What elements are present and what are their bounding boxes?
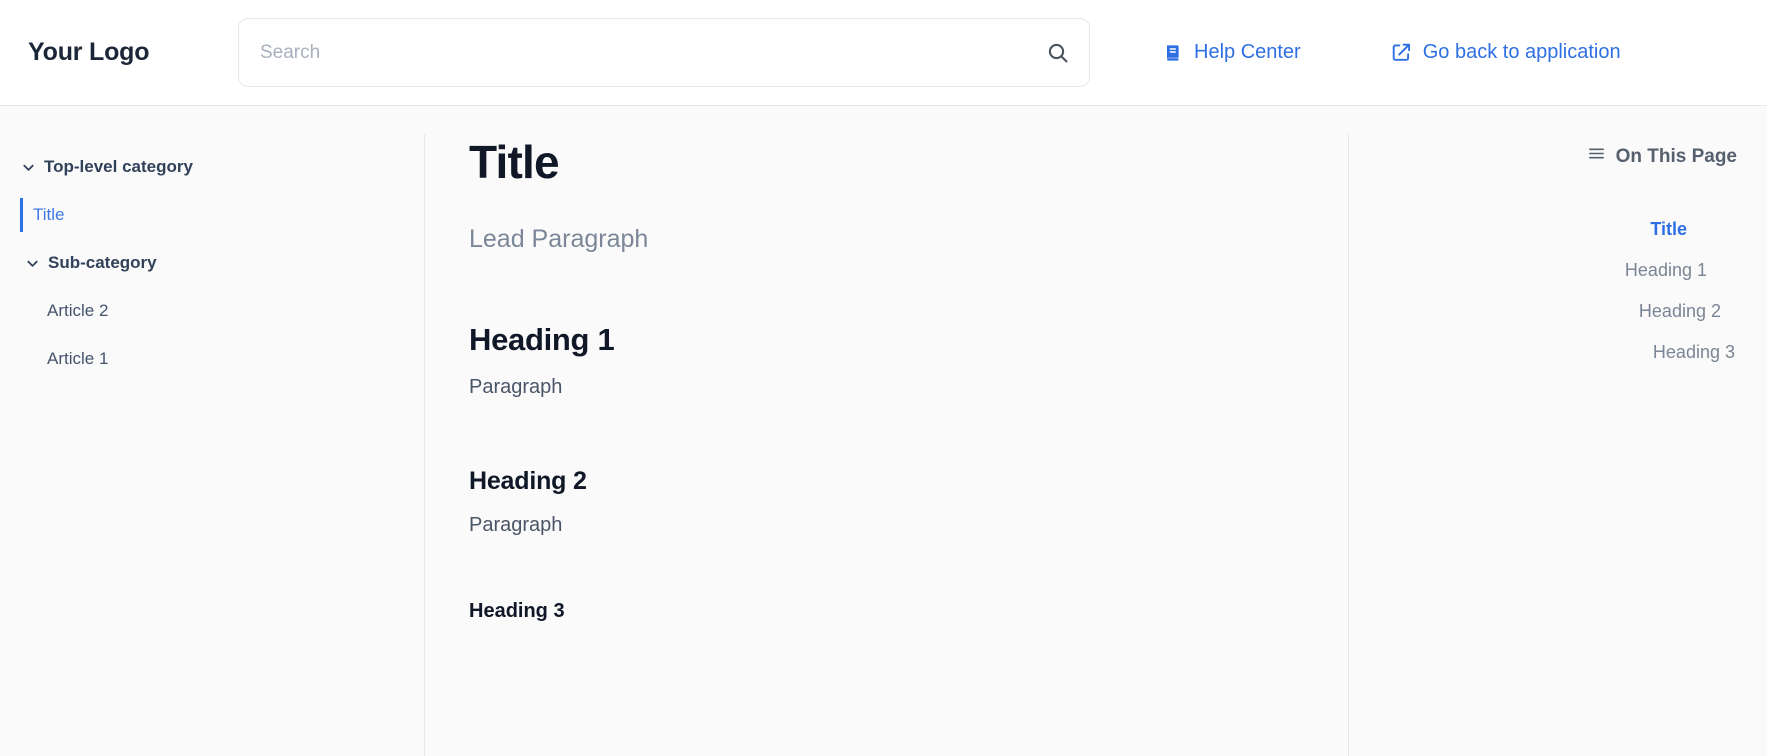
sidebar-item-article-2[interactable]: Article 2 (0, 294, 424, 328)
toc-item-heading-1[interactable]: Heading 1 (1349, 250, 1737, 291)
toc-item-title[interactable]: Title (1349, 209, 1737, 250)
paragraph-1: Paragraph (469, 375, 563, 398)
page-title: Title (469, 136, 560, 188)
chevron-down-icon (20, 159, 36, 175)
heading-2: Heading 2 (469, 466, 587, 495)
article-2-label: Article 2 (47, 301, 109, 320)
on-this-page-label: On This Page (1615, 145, 1737, 167)
sub-category-label: Sub-category (48, 253, 157, 272)
page-body: Top-level category Title Sub-category Ar… (0, 106, 1767, 756)
search-box[interactable] (238, 18, 1090, 87)
external-link-icon (1391, 42, 1413, 64)
hamburger-icon (1587, 144, 1606, 169)
toc-item-heading-3[interactable]: Heading 3 (1349, 332, 1737, 373)
go-back-to-application-link[interactable]: Go back to application (1391, 41, 1621, 64)
header-links: Help Center Go back to application (1162, 41, 1621, 64)
go-back-label: Go back to application (1422, 41, 1621, 63)
sidebar-item-sub-category[interactable]: Sub-category (0, 246, 424, 280)
site-logo[interactable]: Your Logo (28, 38, 208, 67)
site-header: Your Logo Help Center (0, 0, 1767, 106)
help-center-label: Help Center (1194, 41, 1301, 63)
on-this-page-panel: On This Page Title Heading 1 Heading 2 H… (1349, 106, 1767, 756)
on-this-page-heading: On This Page (1349, 144, 1737, 169)
paragraph-2: Paragraph (469, 513, 563, 536)
sidebar-active-label: Title (33, 205, 65, 224)
top-level-category-label: Top-level category (44, 157, 193, 176)
book-icon (1162, 42, 1184, 64)
article-content: Title Lead Paragraph Heading 1 Paragraph… (425, 106, 1348, 756)
lead-paragraph: Lead Paragraph (469, 224, 649, 253)
sidebar-item-title-active[interactable]: Title (20, 198, 424, 232)
help-center-link[interactable]: Help Center (1162, 41, 1301, 64)
sidebar-item-article-1[interactable]: Article 1 (0, 342, 424, 376)
left-sidebar-nav: Top-level category Title Sub-category Ar… (0, 106, 424, 756)
toc-item-heading-2[interactable]: Heading 2 (1349, 291, 1737, 332)
heading-1: Heading 1 (469, 321, 615, 357)
sidebar-item-top-level-category[interactable]: Top-level category (0, 150, 424, 184)
on-this-page-list: Title Heading 1 Heading 2 Heading 3 (1349, 209, 1737, 373)
article-1-label: Article 1 (47, 349, 109, 368)
heading-3: Heading 3 (469, 599, 565, 622)
search-input[interactable] (238, 18, 1090, 87)
chevron-down-icon (24, 255, 40, 271)
